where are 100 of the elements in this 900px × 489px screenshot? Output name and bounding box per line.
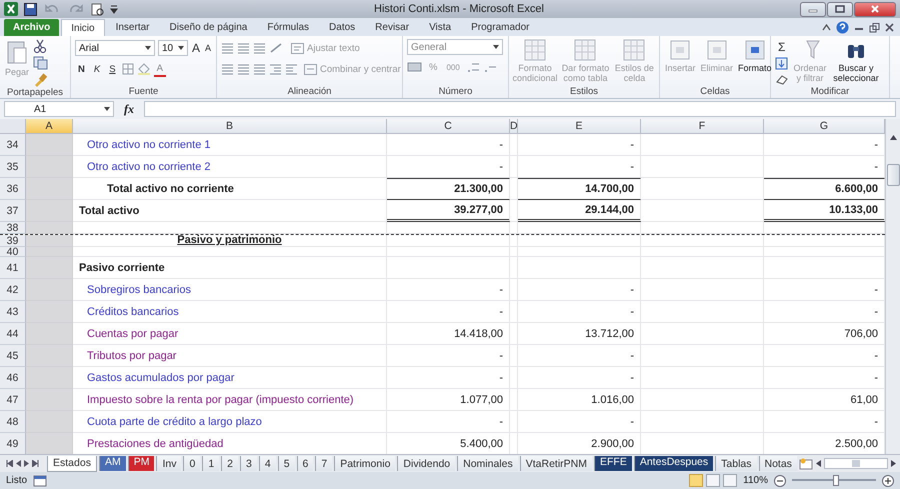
last-sheet-icon[interactable]: [32, 460, 39, 467]
ribbon-tab[interactable]: Fórmulas: [258, 19, 318, 36]
prev-sheet-icon[interactable]: [16, 460, 21, 467]
sheet-tab[interactable]: AM: [98, 456, 126, 471]
autosum-button[interactable]: Σ: [775, 39, 789, 54]
column-header[interactable]: D: [510, 119, 518, 134]
zoom-out-icon[interactable]: [774, 474, 786, 486]
print-preview-icon[interactable]: [91, 2, 104, 16]
help-icon[interactable]: [836, 21, 849, 34]
zoom-level[interactable]: 110%: [743, 475, 768, 486]
sheet-tab[interactable]: EFFE: [594, 456, 632, 471]
sheet-tab[interactable]: PM: [128, 456, 154, 471]
row-header[interactable]: 39: [0, 235, 26, 247]
column-header[interactable]: C: [387, 119, 510, 134]
sheet-tab[interactable]: Estados: [47, 456, 97, 472]
restore-icon[interactable]: [869, 22, 880, 32]
row-header[interactable]: 47: [0, 389, 26, 411]
column-header[interactable]: E: [518, 119, 641, 134]
align-bottom-icon[interactable]: [253, 42, 266, 54]
sheet-tab[interactable]: Tablas: [715, 456, 756, 471]
column-header[interactable]: G: [764, 119, 885, 134]
fill-bucket-icon[interactable]: [136, 63, 151, 75]
shrink-font-button[interactable]: A: [204, 39, 212, 57]
save-icon[interactable]: [24, 2, 37, 16]
minimize-button[interactable]: [800, 2, 826, 16]
column-header[interactable]: A: [26, 119, 73, 134]
row-header[interactable]: 43: [0, 301, 26, 323]
row-header[interactable]: 36: [0, 178, 26, 200]
borders-icon[interactable]: [122, 63, 134, 75]
zoom-in-icon[interactable]: [882, 474, 894, 486]
horizontal-scrollbar[interactable]: [824, 458, 888, 469]
sheet-tab[interactable]: Inv: [156, 456, 182, 471]
scroll-left-icon[interactable]: [816, 460, 821, 467]
excel-logo-icon[interactable]: [4, 2, 18, 16]
row-header[interactable]: 34: [0, 134, 26, 156]
page-break-view-button[interactable]: [723, 474, 738, 487]
brush-icon[interactable]: [33, 73, 48, 87]
bold-button[interactable]: N: [75, 60, 88, 78]
italic-button[interactable]: K: [90, 60, 104, 78]
formula-input[interactable]: [144, 101, 896, 117]
macro-record-icon[interactable]: [33, 474, 48, 486]
eraser-icon[interactable]: [775, 73, 789, 85]
row-header[interactable]: 44: [0, 323, 26, 345]
close-button[interactable]: [854, 2, 896, 16]
page-layout-button[interactable]: [706, 474, 720, 487]
sheet-tab[interactable]: 6: [296, 456, 314, 471]
scroll-right-icon[interactable]: [891, 460, 896, 467]
scissors-icon[interactable]: [33, 39, 48, 53]
sheet-tab[interactable]: 1: [202, 456, 220, 471]
close-icon[interactable]: [885, 23, 894, 32]
row-header[interactable]: 37: [0, 200, 26, 222]
sheet-tab[interactable]: 4: [258, 456, 276, 471]
font-size-field[interactable]: 10: [158, 40, 188, 56]
row-header[interactable]: 45: [0, 345, 26, 367]
customize-caret-icon[interactable]: [110, 4, 118, 14]
next-sheet-icon[interactable]: [24, 460, 29, 467]
ribbon-tab[interactable]: Archivo: [4, 19, 60, 36]
scrollbar-thumb[interactable]: [852, 460, 860, 467]
align-right-icon[interactable]: [253, 63, 266, 75]
column-header[interactable]: B: [73, 119, 387, 134]
ribbon-button[interactable]: Buscar y seleccionar: [831, 39, 881, 83]
maximize-button[interactable]: [827, 2, 853, 16]
sheet-tab[interactable]: Notas: [758, 456, 797, 471]
increase-decimal-icon[interactable]: [466, 61, 480, 73]
sheet-tab[interactable]: Patrimonio: [334, 456, 396, 471]
ribbon-tab[interactable]: Insertar: [106, 19, 158, 36]
sheet-tab[interactable]: 0: [183, 456, 200, 471]
ribbon-tab[interactable]: Diseño de página: [160, 19, 256, 36]
ribbon-tab[interactable]: Datos: [320, 19, 364, 36]
insert-function-button[interactable]: fx: [118, 102, 140, 116]
fill-down-icon[interactable]: [775, 57, 789, 70]
vertical-scrollbar[interactable]: [885, 119, 900, 454]
grow-font-button[interactable]: A: [191, 39, 202, 57]
sheet-tab[interactable]: 7: [315, 456, 332, 471]
zoom-slider-thumb[interactable]: [832, 475, 839, 486]
underline-button[interactable]: S: [106, 60, 119, 78]
row-header[interactable]: 49: [0, 433, 26, 454]
decrease-indent-icon[interactable]: [269, 63, 282, 75]
ribbon-tab[interactable]: Programador: [462, 19, 538, 36]
ribbon-tab[interactable]: Inicio: [61, 19, 105, 36]
collapse-ribbon-icon[interactable]: [822, 24, 831, 31]
row-header[interactable]: 35: [0, 156, 26, 178]
sheet-tab[interactable]: 2: [221, 456, 238, 471]
scrollbar-thumb[interactable]: [886, 164, 900, 186]
number-format-field[interactable]: General: [407, 39, 503, 55]
row-header[interactable]: 41: [0, 257, 26, 279]
copy-icon[interactable]: [33, 56, 50, 70]
row-header[interactable]: 46: [0, 367, 26, 389]
ribbon-tab[interactable]: Revisar: [366, 19, 418, 36]
row-header[interactable]: 42: [0, 279, 26, 301]
row-header[interactable]: 40: [0, 247, 26, 257]
ribbon-tab[interactable]: Vista: [420, 19, 460, 36]
sheet-tab[interactable]: Nominales: [457, 456, 518, 471]
first-sheet-icon[interactable]: [6, 460, 13, 467]
sheet-tab[interactable]: AntesDespues: [634, 456, 714, 471]
increase-indent-icon[interactable]: [285, 63, 298, 75]
align-middle-icon[interactable]: [237, 42, 250, 54]
sheet-tab[interactable]: 5: [278, 456, 295, 471]
align-center-icon[interactable]: [237, 63, 250, 75]
sheet-tab[interactable]: 3: [240, 456, 257, 471]
